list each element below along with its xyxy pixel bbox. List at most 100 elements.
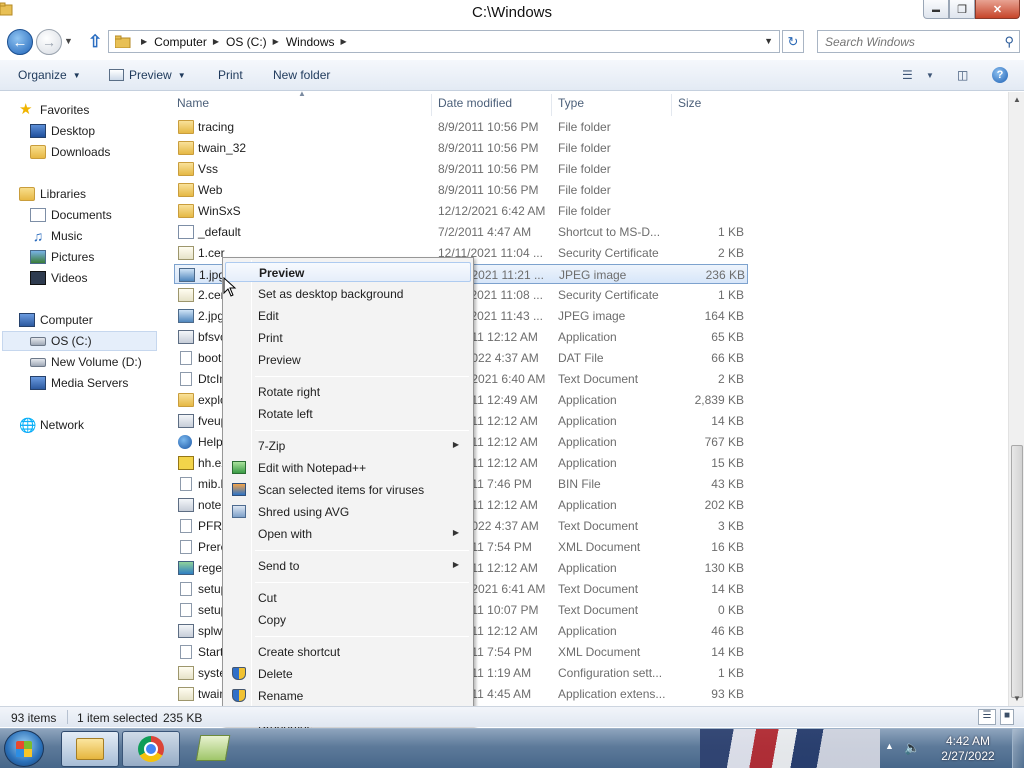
recent-pages-dropdown[interactable]: ▼ <box>64 36 73 46</box>
nav-pictures[interactable]: Pictures <box>30 247 94 267</box>
breadcrumb-windows[interactable]: Windows <box>286 35 335 49</box>
search-input[interactable] <box>818 31 993 52</box>
search-box[interactable]: ⚲ <box>817 30 1020 53</box>
up-level-button[interactable]: ⇧ <box>88 32 102 52</box>
text-file-icon <box>180 582 192 596</box>
file-name: 2.jpg <box>198 309 225 323</box>
show-desktop-button[interactable] <box>1012 729 1024 768</box>
menu-item-copy[interactable]: Copy <box>225 610 471 630</box>
start-button[interactable] <box>4 730 44 767</box>
menu-item-7-zip[interactable]: 7-Zip ▶ <box>225 436 471 456</box>
nav-network[interactable]: 🌐 Network <box>19 415 84 435</box>
menu-item-cut[interactable]: Cut <box>225 588 471 608</box>
chevron-right-icon[interactable]: ▶ <box>341 37 347 46</box>
column-divider[interactable] <box>671 94 672 116</box>
show-hidden-icons-icon[interactable]: ▲ <box>885 741 894 751</box>
preview-button[interactable]: Preview ▼ <box>109 68 186 82</box>
taskbar-chrome-button[interactable] <box>122 731 180 767</box>
print-button[interactable]: Print <box>218 68 243 82</box>
menu-item-preview[interactable]: Preview <box>225 262 471 282</box>
file-row[interactable]: Web 8/9/2011 10:56 PM File folder <box>174 180 748 200</box>
file-row[interactable]: _default 7/2/2011 4:47 AM Shortcut to MS-D… <box>174 222 748 242</box>
file-row[interactable]: WinSxS 12/12/2021 6:42 AM File folder <box>174 201 748 221</box>
help-button[interactable]: ? <box>992 67 1008 83</box>
column-header-name[interactable]: Name <box>177 96 209 110</box>
menu-item-send-to[interactable]: Send to ▶ <box>225 556 471 576</box>
close-button[interactable]: ✕ <box>975 0 1020 19</box>
file-row[interactable]: twain_32 8/9/2011 10:56 PM File folder <box>174 138 748 158</box>
menu-item-scan-selected-items-for-viruses[interactable]: Scan selected items for viruses <box>225 480 471 500</box>
taskbar-folder-button[interactable] <box>195 735 231 761</box>
file-size: 236 KB <box>705 268 745 282</box>
new-folder-label: New folder <box>273 68 331 82</box>
large-icons-view-button[interactable]: ■ <box>1000 709 1014 725</box>
menu-item-preview[interactable]: Preview <box>225 350 471 370</box>
nav-videos[interactable]: Videos <box>30 268 87 288</box>
breadcrumb-os-c[interactable]: OS (C:) <box>226 35 267 49</box>
column-header-size[interactable]: Size <box>678 96 701 110</box>
file-type: File folder <box>558 204 611 218</box>
menu-item-rotate-right[interactable]: Rotate right <box>225 382 471 402</box>
column-header-type[interactable]: Type <box>558 96 584 110</box>
nav-libraries[interactable]: Libraries <box>19 184 86 204</box>
menu-item-shred-using-avg[interactable]: Shred using AVG <box>225 502 471 522</box>
scrollbar-thumb[interactable] <box>1011 445 1023 698</box>
address-dropdown-icon[interactable]: ▼ <box>764 36 773 46</box>
breadcrumb-computer[interactable]: Computer <box>154 35 207 49</box>
scroll-down-icon[interactable]: ▼ <box>1013 694 1021 703</box>
menu-item-edit-with-notepad[interactable]: Edit with Notepad++ <box>225 458 471 478</box>
menu-item-print[interactable]: Print <box>225 328 471 348</box>
forward-button[interactable]: → <box>36 29 62 55</box>
nav-favorites[interactable]: ★ Favorites <box>19 100 89 120</box>
clock[interactable]: 4:42 AM 2/27/2022 <box>928 734 1008 764</box>
search-icon[interactable]: ⚲ <box>1004 34 1014 50</box>
column-divider[interactable] <box>431 94 432 116</box>
text-file-icon <box>180 372 192 386</box>
drive-icon <box>30 357 46 367</box>
nav-downloads[interactable]: Downloads <box>30 142 110 162</box>
vertical-scrollbar[interactable]: ▲ ▼ <box>1008 92 1024 706</box>
nav-documents[interactable]: Documents <box>30 205 112 225</box>
change-view-button[interactable]: ☰ <box>902 68 913 82</box>
nav-new-volume-d[interactable]: New Volume (D:) <box>30 352 142 372</box>
maximize-button[interactable]: ❐ <box>949 0 975 19</box>
nav-os-c[interactable]: OS (C:) <box>2 331 157 351</box>
view-options-dropdown[interactable]: ▼ <box>926 71 934 80</box>
nav-media-servers[interactable]: Media Servers <box>30 373 128 393</box>
nav-music[interactable]: ♫ Music <box>30 226 83 246</box>
nav-label: Downloads <box>51 145 111 159</box>
menu-item-delete[interactable]: Delete <box>225 664 471 684</box>
organize-button[interactable]: Organize ▼ <box>18 68 81 82</box>
refresh-button[interactable]: ↻ <box>782 30 804 53</box>
column-header-date[interactable]: Date modified <box>438 96 512 110</box>
scroll-up-icon[interactable]: ▲ <box>1013 95 1021 104</box>
avg-shred-icon <box>232 505 246 518</box>
new-folder-button[interactable]: New folder <box>273 68 330 82</box>
help-file-icon <box>178 456 194 470</box>
taskbar-explorer-button[interactable] <box>61 731 119 767</box>
nav-desktop[interactable]: Desktop <box>30 121 95 141</box>
column-divider[interactable] <box>551 94 552 116</box>
back-button[interactable]: ← <box>7 29 33 55</box>
preview-pane-button[interactable]: ◫ <box>957 68 968 82</box>
details-view-button[interactable]: ☰ <box>978 709 996 725</box>
file-type: File folder <box>558 120 611 134</box>
menu-item-open-with[interactable]: Open with ▶ <box>225 524 471 544</box>
menu-item-set-as-desktop-background[interactable]: Set as desktop background <box>225 284 471 304</box>
file-row[interactable]: tracing 8/9/2011 10:56 PM File folder <box>174 117 748 137</box>
address-bar[interactable]: ▶ Computer ▶ OS (C:) ▶ Windows ▶ ▼ <box>108 30 780 53</box>
file-row[interactable]: Vss 8/9/2011 10:56 PM File folder <box>174 159 748 179</box>
menu-item-edit[interactable]: Edit <box>225 306 471 326</box>
chevron-right-icon[interactable]: ▶ <box>213 37 219 46</box>
minimize-button[interactable]: ▬ <box>923 0 949 19</box>
menu-item-label: Preview <box>258 353 301 367</box>
mouse-cursor-icon <box>223 277 237 297</box>
volume-icon[interactable]: 🔈 <box>904 740 920 756</box>
chevron-right-icon[interactable]: ▶ <box>273 37 279 46</box>
nav-computer[interactable]: Computer <box>19 310 93 330</box>
menu-item-rename[interactable]: Rename <box>225 686 471 706</box>
menu-item-rotate-left[interactable]: Rotate left <box>225 404 471 424</box>
nav-label: Pictures <box>51 250 95 264</box>
chevron-right-icon[interactable]: ▶ <box>141 37 147 46</box>
menu-item-create-shortcut[interactable]: Create shortcut <box>225 642 471 662</box>
